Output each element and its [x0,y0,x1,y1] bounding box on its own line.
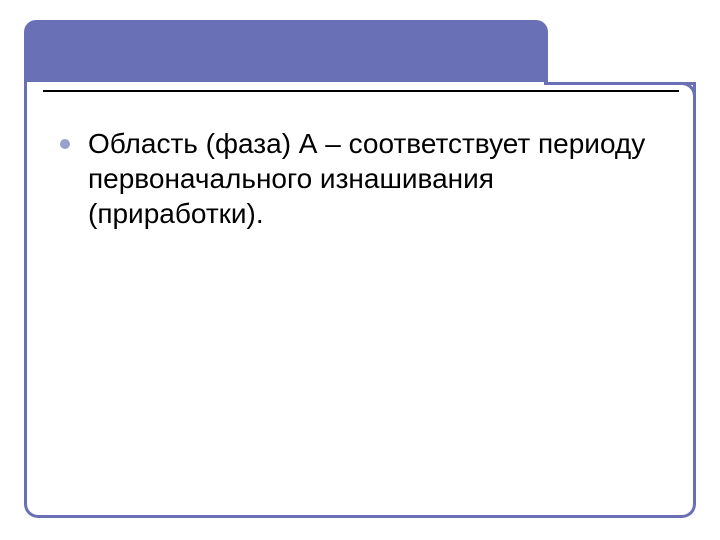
bullet-list: Область (фаза) А – соответствует периоду… [60,126,676,243]
title-bar [24,20,548,82]
bullet-text: Область (фаза) А – соответствует периоду… [88,126,676,231]
slide-container: Область (фаза) А – соответствует периоду… [0,0,720,540]
list-item: Область (фаза) А – соответствует периоду… [60,126,676,231]
bullet-icon [60,139,70,149]
